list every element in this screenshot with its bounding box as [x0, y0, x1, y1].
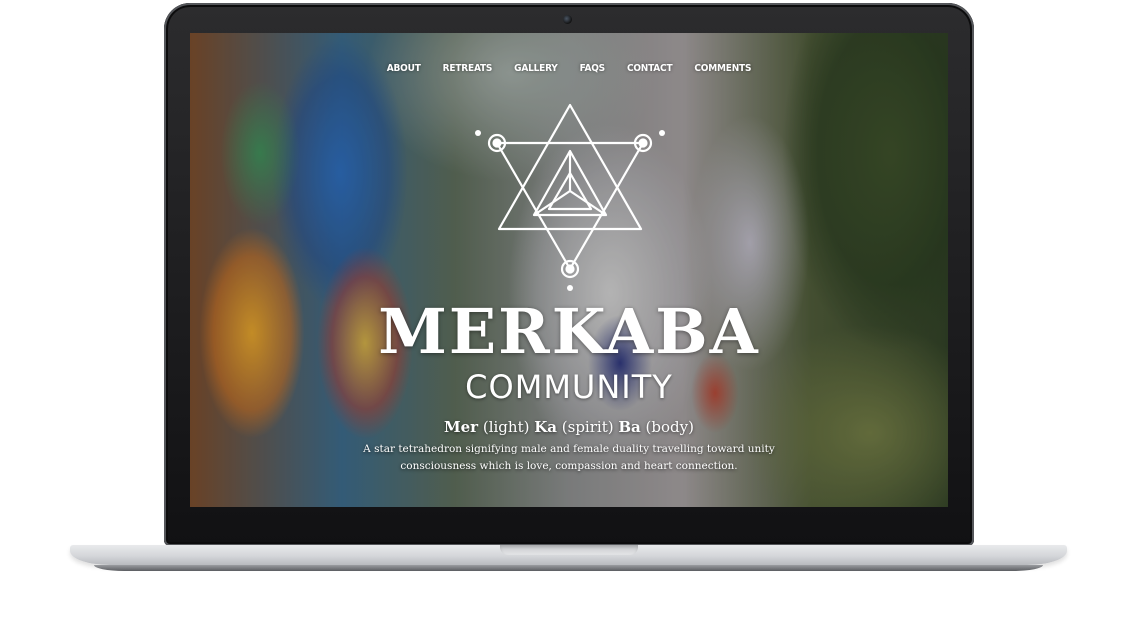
nav-item-gallery[interactable]: GALLERY	[514, 63, 558, 74]
etymology-word-mer: Mer	[444, 418, 479, 436]
site-title: MERKABA	[378, 295, 760, 368]
nav-item-comments[interactable]: COMMENTS	[694, 63, 751, 74]
etymology-meaning-light: (light)	[482, 418, 530, 436]
etymology-line: Mer (light) Ka (spirit) Ba (body)	[190, 418, 948, 436]
tagline: A star tetrahedron signifying male and f…	[360, 441, 778, 475]
nav-item-about[interactable]: ABOUT	[387, 63, 421, 74]
site-subtitle: COMMUNITY	[465, 368, 673, 406]
etymology-meaning-body: (body)	[645, 418, 694, 436]
etymology-word-ka: Ka	[534, 418, 557, 436]
main-nav: ABOUT RETREATS GALLERY FAQS CONTACT COMM…	[190, 63, 948, 74]
star-tetrahedron-icon	[475, 103, 665, 291]
etymology-word-ba: Ba	[618, 418, 641, 436]
etymology-meaning-spirit: (spirit)	[561, 418, 614, 436]
website-screen: ABOUT RETREATS GALLERY FAQS CONTACT COMM…	[190, 33, 948, 507]
tagline-line-2: consciousness which is love, compassion …	[400, 460, 738, 472]
laptop-chin	[164, 507, 974, 546]
laptop-base-notch	[500, 545, 638, 555]
webcam-icon	[563, 15, 572, 24]
nav-item-contact[interactable]: CONTACT	[627, 63, 673, 74]
laptop-base-foot	[94, 565, 1043, 571]
tagline-line-1: A star tetrahedron signifying male and f…	[363, 443, 775, 455]
nav-item-faqs[interactable]: FAQS	[580, 63, 605, 74]
nav-item-retreats[interactable]: RETREATS	[443, 63, 493, 74]
